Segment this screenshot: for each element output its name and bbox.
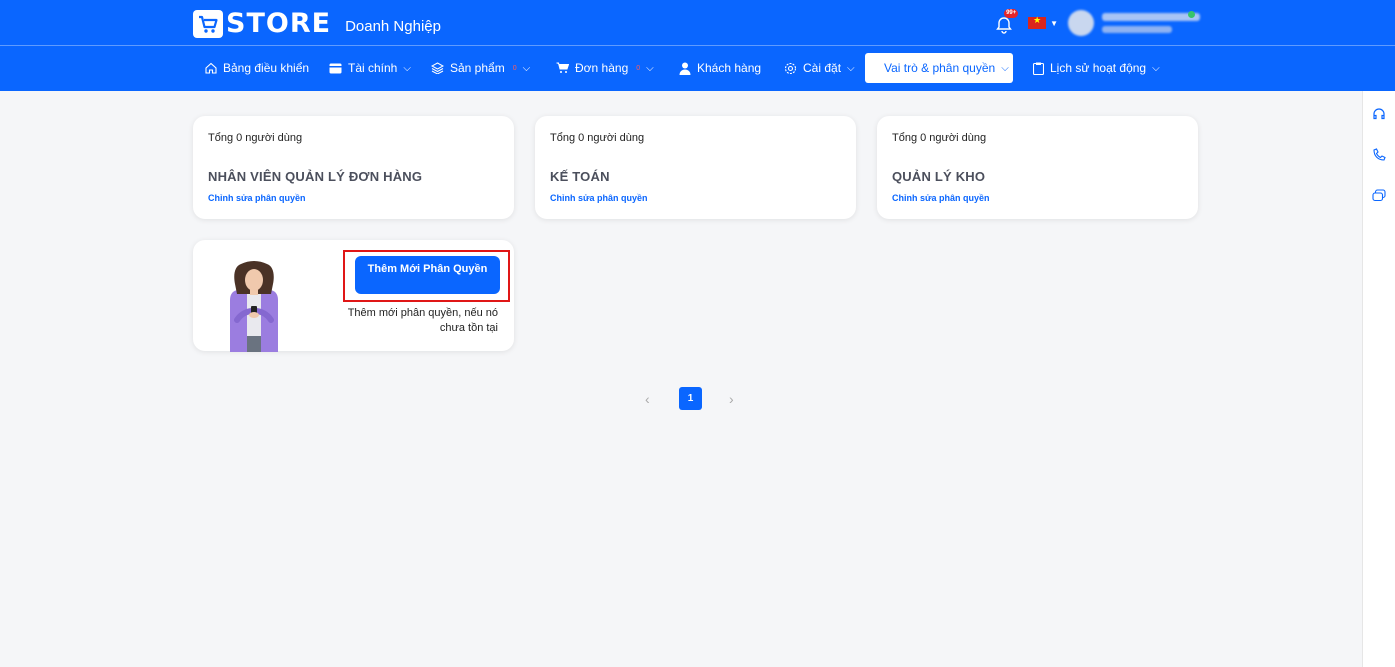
phone-support-icon[interactable] xyxy=(1372,148,1386,162)
nav-count-badge: 0 xyxy=(512,64,517,72)
woman-illustration xyxy=(230,261,278,352)
online-status-dot xyxy=(1188,11,1195,18)
layers-icon xyxy=(431,62,444,74)
nav-label: Vai trò & phân quyền xyxy=(884,61,996,75)
vietnam-flag-icon[interactable] xyxy=(1028,15,1047,29)
right-tool-rail xyxy=(1362,91,1395,667)
cart-logo-icon xyxy=(193,9,223,38)
chevron-down-icon: ⌵ xyxy=(1001,62,1009,74)
nav-item-settings[interactable]: Cài đặt ⌵ xyxy=(778,53,861,83)
role-title: NHÂN VIÊN QUẢN LÝ ĐƠN HÀNG xyxy=(208,169,423,184)
role-card: Tổng 0 người dùng NHÂN VIÊN QUẢN LÝ ĐƠN … xyxy=(193,116,514,219)
edit-permissions-link[interactable]: Chỉnh sửa phân quyền xyxy=(208,193,306,203)
role-user-total: Tổng 0 người dùng xyxy=(892,132,987,144)
logo-subtitle: Doanh Nghiệp xyxy=(345,18,441,35)
gear-icon xyxy=(784,62,797,74)
wallet-icon xyxy=(329,63,342,73)
home-icon xyxy=(205,62,217,74)
chevron-down-icon: ⌵ xyxy=(403,62,411,74)
chat-icon[interactable] xyxy=(1372,189,1386,203)
nav-item-orders[interactable]: Đơn hàng 0 ⌵ xyxy=(550,53,660,83)
nav-label: Khách hàng xyxy=(697,61,762,75)
nav-item-activity-log[interactable]: Lịch sử hoạt động ⌵ xyxy=(1027,53,1166,83)
nav-label: Đơn hàng xyxy=(575,61,629,75)
highlight-box xyxy=(343,250,510,302)
nav-item-roles[interactable]: Vai trò & phân quyền ⌵ xyxy=(865,53,1013,83)
chevron-down-icon: ⌵ xyxy=(522,62,531,74)
headset-icon[interactable] xyxy=(1372,108,1386,122)
user-icon xyxy=(679,62,691,75)
top-header: STORE Doanh Nghiệp 99+ ▼ xyxy=(0,0,1395,45)
next-page-button[interactable]: › xyxy=(729,391,734,407)
main-nav: Bảng điều khiển Tài chính ⌵ Sản phẩm 0 ⌵… xyxy=(0,45,1395,91)
edit-permissions-link[interactable]: Chỉnh sửa phân quyền xyxy=(550,193,648,203)
chevron-down-icon: ⌵ xyxy=(847,62,855,74)
role-user-total: Tổng 0 người dùng xyxy=(208,132,303,144)
chevron-down-icon: ⌵ xyxy=(646,62,654,74)
prev-page-button[interactable]: ‹ xyxy=(645,391,650,407)
user-info-blurred[interactable] xyxy=(1102,13,1200,33)
language-dropdown-icon[interactable]: ▼ xyxy=(1050,19,1058,28)
chevron-down-icon: ⌵ xyxy=(1152,62,1160,74)
role-title: KẾ TOÁN xyxy=(550,169,610,184)
clipboard-icon xyxy=(1033,62,1044,75)
logo[interactable]: STORE Doanh Nghiệp xyxy=(193,8,441,39)
nav-count-badge: 0 xyxy=(636,64,641,72)
nav-item-products[interactable]: Sản phẩm 0 ⌵ xyxy=(425,53,536,83)
nav-label: Lịch sử hoạt động xyxy=(1050,61,1147,75)
notification-badge: 99+ xyxy=(1004,9,1019,18)
edit-permissions-link[interactable]: Chỉnh sửa phân quyền xyxy=(892,193,990,203)
nav-label: Cài đặt xyxy=(803,61,842,75)
role-user-total: Tổng 0 người dùng xyxy=(550,132,645,144)
nav-item-customers[interactable]: Khách hàng xyxy=(673,53,767,83)
nav-item-dashboard[interactable]: Bảng điều khiển xyxy=(199,53,315,83)
role-card: Tổng 0 người dùng QUẢN LÝ KHO Chỉnh sửa … xyxy=(877,116,1198,219)
role-card: Tổng 0 người dùng KẾ TOÁN Chỉnh sửa phân… xyxy=(535,116,856,219)
nav-label: Tài chính xyxy=(348,61,398,75)
nav-label: Sản phẩm xyxy=(450,61,505,75)
role-title: QUẢN LÝ KHO xyxy=(892,169,986,184)
nav-label: Bảng điều khiển xyxy=(223,61,310,75)
cart-icon xyxy=(556,62,569,73)
nav-item-finance[interactable]: Tài chính ⌵ xyxy=(323,53,417,83)
avatar[interactable] xyxy=(1068,10,1094,36)
page-number-button[interactable]: 1 xyxy=(679,387,702,410)
logo-text: STORE xyxy=(226,8,332,39)
notification-bell-icon[interactable]: 99+ xyxy=(996,9,1019,34)
add-permission-description: Thêm mới phân quyền, nếu nó chưa tồn tại xyxy=(347,307,498,334)
